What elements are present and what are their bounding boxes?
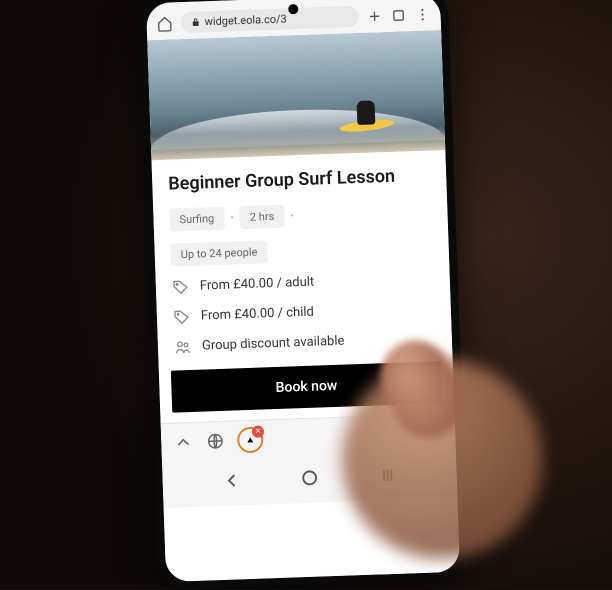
tag-icon — [172, 277, 191, 296]
book-now-button[interactable]: Book now — [171, 361, 442, 412]
url-text: widget.eola.co/3 — [204, 12, 286, 28]
chevron-up-icon[interactable] — [173, 431, 194, 452]
price-child-row: From £40.00 / child — [173, 299, 435, 326]
separator-dot: • — [290, 209, 294, 222]
menu-icon[interactable] — [414, 6, 431, 23]
lock-icon — [191, 17, 201, 27]
globe-icon[interactable] — [205, 430, 226, 451]
close-icon[interactable]: ✕ — [252, 425, 264, 437]
android-nav-bar — [162, 451, 457, 507]
price-child-text: From £40.00 / child — [201, 305, 314, 324]
group-icon — [174, 337, 193, 356]
price-adult-row: From £40.00 / adult — [172, 269, 434, 296]
tag-icon — [173, 307, 192, 326]
home-icon[interactable] — [156, 15, 173, 32]
chip-activity: Surfing — [169, 206, 224, 231]
price-adult-text: From £40.00 / adult — [200, 275, 315, 294]
chip-duration: 2 hrs — [239, 204, 284, 229]
group-discount-text: Group discount available — [202, 334, 345, 354]
tab-indicator[interactable]: ✕ — [237, 426, 264, 453]
back-button[interactable] — [220, 469, 243, 492]
hero-image — [147, 30, 445, 160]
chip-capacity: Up to 24 people — [170, 240, 267, 266]
page-title: Beginner Group Surf Lesson — [168, 165, 431, 197]
new-tab-icon[interactable] — [366, 8, 383, 25]
recents-button[interactable] — [376, 463, 399, 486]
home-button[interactable] — [298, 466, 321, 489]
tabs-icon[interactable] — [390, 7, 407, 24]
group-discount-row: Group discount available — [174, 329, 436, 356]
separator-dot: • — [230, 211, 234, 224]
url-bar[interactable]: widget.eola.co/3 — [180, 6, 359, 33]
phone-screen: widget.eola.co/3 Beginner Group Su — [146, 0, 460, 582]
phone-frame: widget.eola.co/3 Beginner Group Su — [138, 0, 469, 590]
page-content: Beginner Group Surf Lesson Surfing • 2 h… — [147, 30, 460, 582]
detail-chips: Surfing • 2 hrs • — [169, 199, 432, 231]
